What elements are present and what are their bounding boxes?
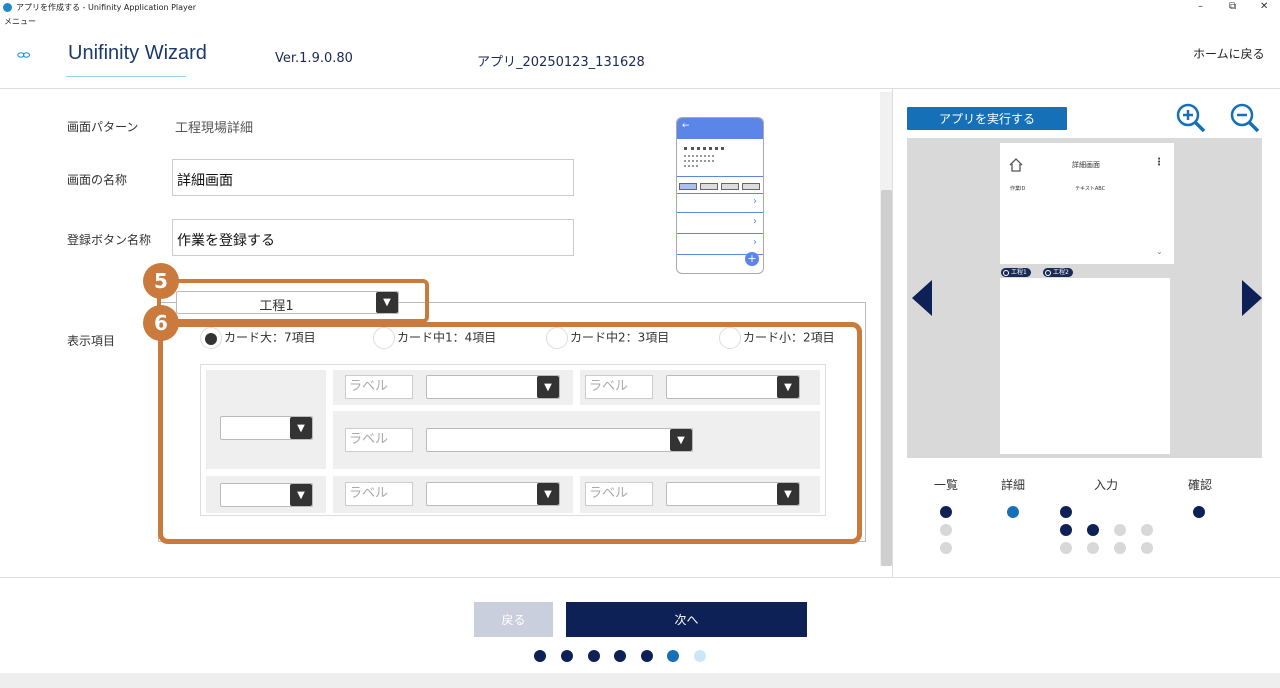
thumbnail-tab bbox=[679, 183, 697, 190]
step-label-list: 一覧 bbox=[934, 478, 959, 492]
pattern-label: 画面パターン bbox=[67, 120, 139, 134]
thumbnail-add-icon: + bbox=[745, 252, 759, 266]
register-button-label: 登録ボタン名称 bbox=[67, 233, 152, 247]
preview-field-value: テキストABC bbox=[1075, 186, 1106, 192]
bottom-strip bbox=[0, 673, 1280, 688]
step-dot[interactable] bbox=[1193, 506, 1205, 518]
step-dot[interactable] bbox=[1060, 542, 1072, 554]
step-dot[interactable] bbox=[940, 542, 952, 554]
form-scrollbar[interactable] bbox=[880, 92, 892, 566]
progress-dot bbox=[694, 650, 706, 662]
step-dot[interactable] bbox=[940, 524, 952, 536]
prev-arrow-icon[interactable] bbox=[912, 280, 934, 316]
display-items-label: 表示項目 bbox=[67, 334, 116, 348]
pattern-thumbnail: ← › › › + bbox=[676, 117, 764, 274]
menu-item[interactable]: メニュー bbox=[4, 17, 36, 26]
preview-chip: 工程2 bbox=[1043, 268, 1073, 277]
thumbnail-line bbox=[684, 155, 714, 157]
progress-dot bbox=[588, 650, 600, 662]
screen-name-input[interactable]: 詳細画面 bbox=[172, 159, 574, 196]
thumbnail-line bbox=[684, 165, 698, 167]
back-button[interactable]: 戻る bbox=[474, 602, 553, 637]
unifinity-logo-icon bbox=[17, 52, 31, 58]
app-name: アプリ_20250123_131628 bbox=[477, 55, 645, 70]
preview-title: 詳細画面 bbox=[1072, 161, 1100, 169]
callout-badge-6: 6 bbox=[143, 305, 179, 341]
next-button[interactable]: 次へ bbox=[566, 602, 807, 637]
thumbnail-row: › bbox=[677, 193, 763, 213]
preview-field-name: 作業ID bbox=[1010, 186, 1026, 192]
thumbnail-divider bbox=[677, 176, 763, 177]
step-dot[interactable] bbox=[1087, 542, 1099, 554]
restore-icon[interactable]: ⧉ bbox=[1229, 0, 1236, 14]
thumbnail-row: › bbox=[677, 214, 763, 234]
preview-card-body bbox=[1000, 278, 1170, 454]
zoom-in-icon[interactable] bbox=[1176, 103, 1206, 133]
preview-chip: 工程1 bbox=[1001, 268, 1031, 277]
next-arrow-icon[interactable] bbox=[1240, 280, 1262, 316]
progress-dot bbox=[614, 650, 626, 662]
thumbnail-header: ← bbox=[677, 118, 763, 139]
close-icon[interactable]: ✕ bbox=[1260, 0, 1268, 14]
step-label-detail: 詳細 bbox=[1001, 478, 1026, 492]
thumbnail-tab bbox=[721, 183, 739, 190]
app-header: Unifinity Wizard Ver.1.9.0.80 アプリ_202501… bbox=[0, 28, 1280, 89]
preview-card: 詳細画面 ⋮ 作業ID テキストABC ⌄ bbox=[1000, 143, 1174, 264]
thumbnail-line bbox=[684, 160, 714, 162]
step-dot[interactable] bbox=[1141, 524, 1153, 536]
kebab-menu-icon: ⋮ bbox=[1154, 157, 1164, 168]
version-text: Ver.1.9.0.80 bbox=[275, 51, 353, 66]
logo-underline bbox=[66, 76, 186, 77]
home-icon bbox=[1009, 158, 1023, 172]
zoom-out-icon[interactable] bbox=[1230, 103, 1260, 133]
step-label-input: 入力 bbox=[1094, 478, 1119, 492]
scrollbar-thumb[interactable] bbox=[881, 190, 892, 566]
menu-bar[interactable]: メニュー bbox=[0, 15, 1280, 28]
step-dot[interactable] bbox=[1141, 542, 1153, 554]
step-dot[interactable] bbox=[1087, 524, 1099, 536]
step-label-confirm: 確認 bbox=[1188, 478, 1213, 492]
thumbnail-tab bbox=[700, 183, 718, 190]
pattern-value: 工程現場詳細 bbox=[175, 121, 254, 136]
thumbnail-back-icon: ← bbox=[682, 121, 690, 131]
progress-dot-current bbox=[667, 650, 679, 662]
home-link[interactable]: ホームに戻る bbox=[1193, 45, 1265, 62]
thumbnail-line bbox=[684, 147, 724, 150]
window-titlebar: アプリを作成する - Unifinity Application Player … bbox=[0, 0, 1280, 15]
step-dot[interactable] bbox=[1060, 506, 1072, 518]
step-dot[interactable] bbox=[1114, 524, 1126, 536]
step-dot[interactable] bbox=[1114, 542, 1126, 554]
preview-chevron-down-icon: ⌄ bbox=[1156, 247, 1163, 256]
progress-dot bbox=[641, 650, 653, 662]
callout-highlight-5 bbox=[157, 279, 429, 323]
step-dot-active[interactable] bbox=[1007, 506, 1019, 518]
run-app-button[interactable]: アプリを実行する bbox=[907, 107, 1067, 130]
logo-text: Unifinity Wizard bbox=[68, 42, 207, 64]
thumbnail-tab bbox=[742, 183, 760, 190]
callout-highlight-6 bbox=[158, 322, 862, 544]
app-icon bbox=[3, 3, 12, 12]
screen-name-label: 画面の名称 bbox=[67, 173, 128, 187]
callout-badge-5: 5 bbox=[143, 263, 179, 299]
step-dot[interactable] bbox=[1060, 524, 1072, 536]
step-dot[interactable] bbox=[940, 506, 952, 518]
progress-dot bbox=[561, 650, 573, 662]
minimize-icon[interactable]: – bbox=[1198, 0, 1203, 14]
progress-dot bbox=[534, 650, 546, 662]
register-button-input[interactable]: 作業を登録する bbox=[172, 219, 574, 256]
window-title: アプリを作成する - Unifinity Application Player bbox=[16, 3, 197, 12]
